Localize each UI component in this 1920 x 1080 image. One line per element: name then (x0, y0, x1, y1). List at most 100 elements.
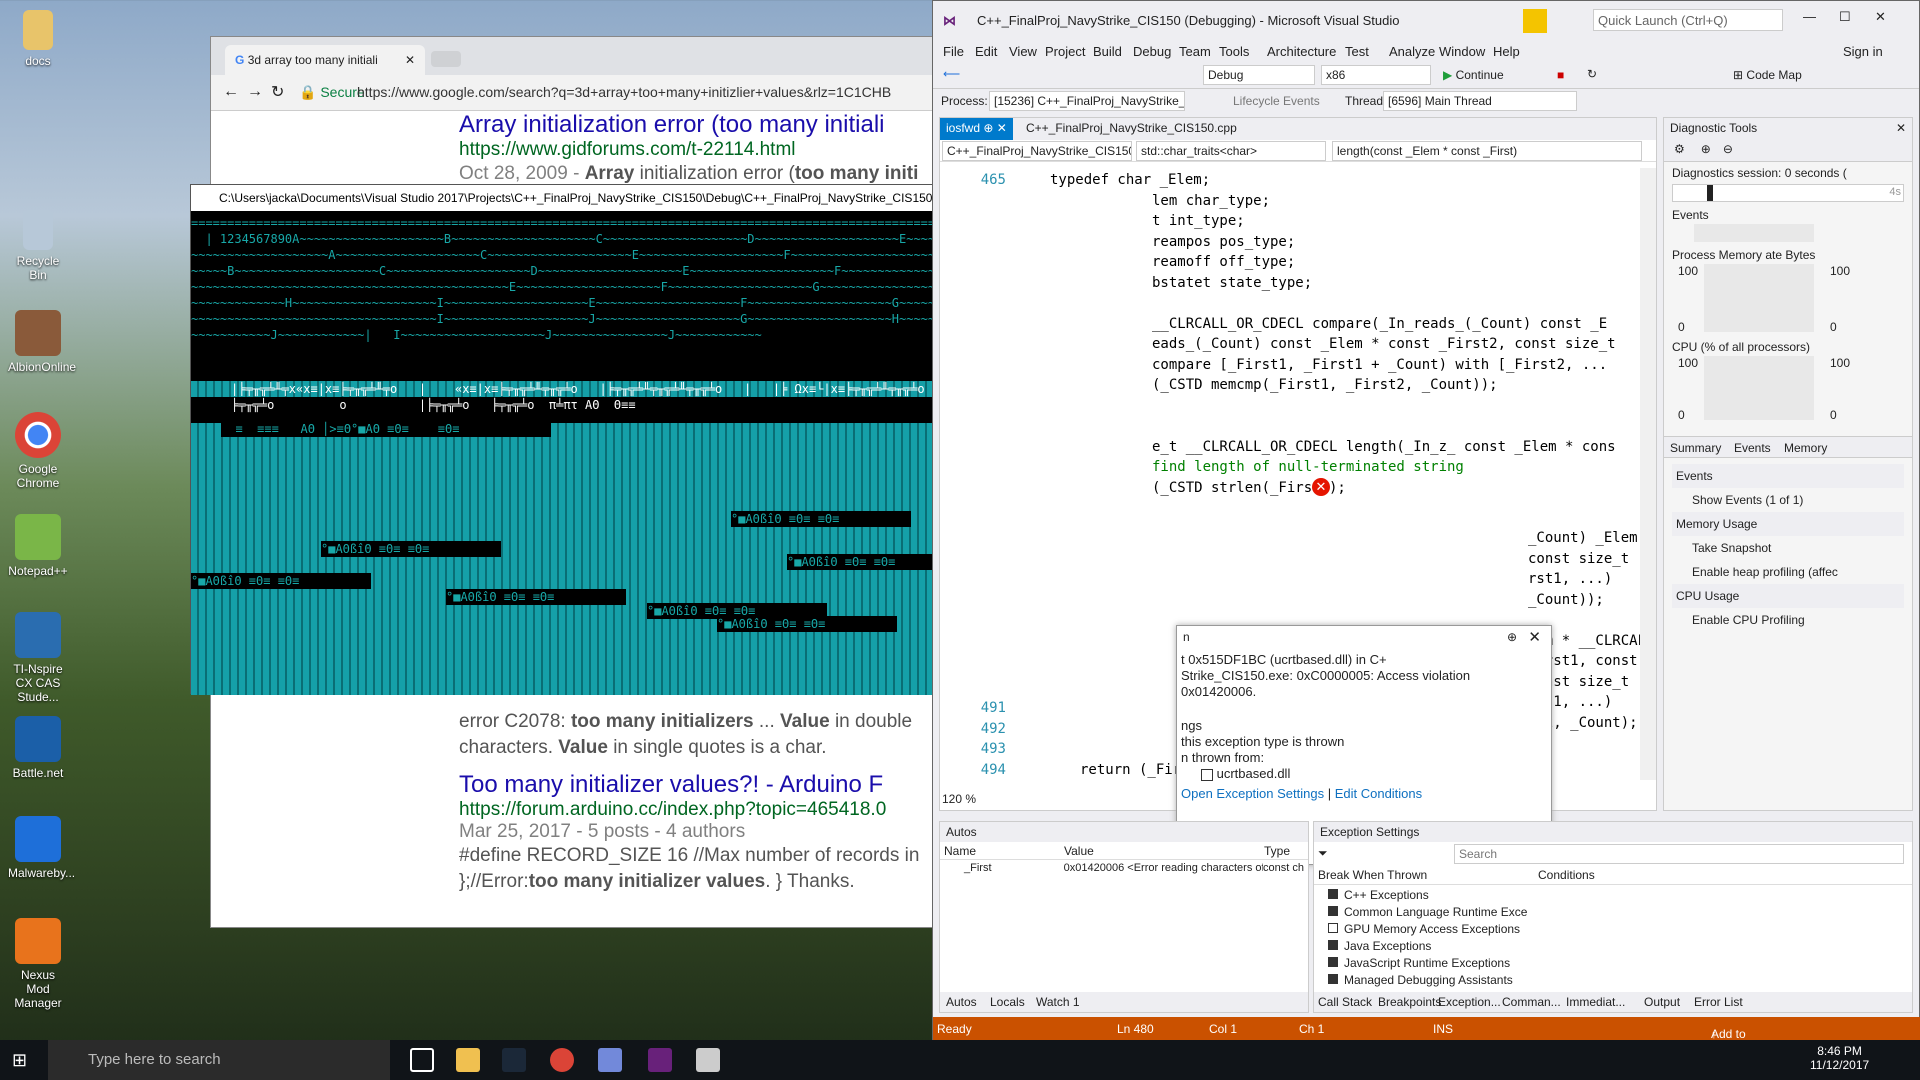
exception-checkbox[interactable] (1328, 957, 1338, 967)
close-tab-icon[interactable]: ✕ (405, 53, 415, 67)
zoom-out-icon[interactable]: ⊖ (1717, 138, 1739, 160)
bottom-tab[interactable]: Exception... (1438, 995, 1501, 1009)
zoom-level[interactable]: 120 % (942, 792, 977, 806)
edit-conditions-link[interactable]: Edit Conditions (1335, 786, 1422, 801)
result-title[interactable]: Array initialization error (too many ini… (459, 111, 918, 139)
exception-item[interactable]: Managed Debugging Assistants (1318, 972, 1908, 989)
pin-icon[interactable]: ⊕ (1507, 630, 1517, 644)
bottom-tab[interactable]: Comman... (1502, 995, 1561, 1009)
close-icon[interactable]: ✕ (1875, 9, 1886, 25)
taskbar-search[interactable]: Type here to search (48, 1040, 390, 1080)
reload-icon[interactable]: ↻ (271, 82, 284, 102)
result-url[interactable]: https://forum.arduino.cc/index.php?topic… (459, 799, 919, 821)
close-tab-icon[interactable]: ✕ (997, 121, 1007, 135)
config-select[interactable]: Debug (1203, 65, 1315, 85)
chrome-icon[interactable] (550, 1048, 574, 1072)
new-tab-button[interactable] (431, 51, 461, 67)
column-header[interactable]: Value (1064, 844, 1264, 858)
result-url[interactable]: https://www.gidforums.com/t-22114.html (459, 139, 918, 161)
tab-watch1[interactable]: Watch 1 (1036, 995, 1080, 1009)
desktop-icon-battlenet[interactable]: Battle.net (8, 716, 68, 780)
table-row[interactable]: _First 0x01420006 <Error reading charact… (940, 860, 1308, 876)
task-view-icon[interactable] (410, 1048, 434, 1072)
desktop-icon-albion[interactable]: AlbionOnline (8, 310, 76, 374)
dll-checkbox[interactable] (1201, 768, 1213, 781)
menu-view[interactable]: View (1009, 44, 1037, 59)
code-map-button[interactable]: ⊞ Code Map (1733, 68, 1802, 82)
tab-summary[interactable]: Summary (1670, 441, 1721, 455)
minimize-icon[interactable]: — (1803, 9, 1816, 24)
menu-analyze[interactable]: Analyze (1389, 44, 1435, 59)
exception-item[interactable]: Common Language Runtime Exce (1318, 904, 1908, 921)
steam-icon[interactable] (502, 1048, 526, 1072)
desktop-icon-docs[interactable]: docs (8, 10, 68, 68)
pin-icon[interactable]: ⊕ (983, 121, 993, 135)
secure-label[interactable]: 🔒 Secure (299, 84, 365, 101)
quick-launch-input[interactable]: Quick Launch (Ctrl+Q) (1593, 9, 1783, 31)
menu-build[interactable]: Build (1093, 44, 1122, 59)
show-events-link[interactable]: Show Events (1 of 1) (1672, 488, 1904, 512)
column-header[interactable]: Conditions (1538, 868, 1595, 882)
menu-edit[interactable]: Edit (975, 44, 997, 59)
thread-select[interactable]: [6596] Main Thread (1383, 91, 1577, 111)
menu-project[interactable]: Project (1045, 44, 1085, 59)
project-nav-select[interactable]: C++_FinalProj_NavyStrike_CIS150 (942, 141, 1132, 161)
chrome-tab[interactable]: G 3d array too many initiali ✕ (225, 45, 425, 75)
menu-window[interactable]: Window (1439, 44, 1485, 59)
platform-select[interactable]: x86 (1321, 65, 1431, 85)
tab-locals[interactable]: Locals (990, 995, 1025, 1009)
exception-checkbox[interactable] (1328, 940, 1338, 950)
bottom-tab[interactable]: Breakpoints (1378, 995, 1441, 1009)
enable-cpu-profiling[interactable]: Enable CPU Profiling (1672, 608, 1904, 632)
lifecycle-events[interactable]: Lifecycle Events (1233, 94, 1320, 108)
tab-autos[interactable]: Autos (946, 995, 977, 1009)
bottom-tab[interactable]: Immediat... (1566, 995, 1625, 1009)
enable-heap-profiling[interactable]: Enable heap profiling (affec (1672, 560, 1904, 584)
tab-cpp[interactable]: C++_FinalProj_NavyStrike_CIS150.cpp (1020, 118, 1243, 140)
settings-icon[interactable]: ⚙ (1664, 138, 1695, 160)
bottom-tab[interactable]: Error List (1694, 995, 1743, 1009)
zoom-in-icon[interactable]: ⊕ (1695, 138, 1717, 160)
exception-checkbox[interactable] (1328, 974, 1338, 984)
exception-checkbox[interactable] (1328, 923, 1338, 933)
filter-icon[interactable]: ⏷ (1318, 846, 1328, 861)
column-header[interactable]: Name (944, 844, 1064, 858)
exception-checkbox[interactable] (1328, 889, 1338, 899)
menu-tools[interactable]: Tools (1219, 44, 1249, 59)
visual-studio-icon[interactable] (648, 1048, 672, 1072)
open-exception-settings-link[interactable]: Open Exception Settings (1181, 786, 1324, 801)
clock[interactable]: 8:46 PM 11/12/2017 (1810, 1044, 1869, 1072)
tab-events[interactable]: Events (1734, 441, 1771, 455)
back-icon[interactable]: ← (223, 83, 239, 101)
bottom-tab[interactable]: Call Stack (1318, 995, 1372, 1009)
maximize-icon[interactable]: ☐ (1839, 9, 1851, 25)
bottom-tab[interactable]: Output (1644, 995, 1680, 1009)
desktop-icon-nexus[interactable]: Nexus Mod Manager (8, 918, 68, 1010)
process-select[interactable]: [15236] C++_FinalProj_NavyStrike_ (989, 91, 1185, 111)
console-app-icon[interactable] (696, 1048, 720, 1072)
member-nav-select[interactable]: length(const _Elem * const _First) (1332, 141, 1642, 161)
menu-help[interactable]: Help (1493, 44, 1520, 59)
desktop-icon-malwarebytes[interactable]: Malwareby... (8, 816, 75, 880)
error-icon[interactable]: ✕ (1312, 478, 1330, 496)
tab-memory[interactable]: Memory (1784, 441, 1827, 455)
result-title[interactable]: Too many initializer values?! - Arduino … (459, 771, 919, 799)
menu-test[interactable]: Test (1345, 44, 1369, 59)
menu-file[interactable]: File (943, 44, 964, 59)
column-header[interactable]: Break When Thrown (1318, 868, 1538, 882)
tab-iosfwd[interactable]: iosfwd ⊕ ✕ (940, 118, 1013, 140)
close-icon[interactable]: ✕ (1896, 121, 1906, 135)
exception-item[interactable]: GPU Memory Access Exceptions (1318, 921, 1908, 938)
exception-item[interactable]: JavaScript Runtime Exceptions (1318, 955, 1908, 972)
url-field[interactable]: https://www.google.com/search?q=3d+array… (357, 84, 891, 100)
editor-scrollbar[interactable] (1640, 168, 1656, 780)
menu-architecture[interactable]: Architecture (1267, 44, 1336, 59)
menu-team[interactable]: Team (1179, 44, 1211, 59)
continue-button[interactable]: ▶ Continue (1443, 68, 1504, 82)
desktop-icon-chrome[interactable]: Google Chrome (8, 412, 68, 490)
windows-start-icon[interactable]: ⊞ (12, 1050, 27, 1071)
file-explorer-icon[interactable] (456, 1048, 480, 1072)
stop-icon[interactable]: ■ (1557, 68, 1564, 82)
search-input[interactable]: Search (1454, 844, 1904, 864)
menu-debug[interactable]: Debug (1133, 44, 1171, 59)
